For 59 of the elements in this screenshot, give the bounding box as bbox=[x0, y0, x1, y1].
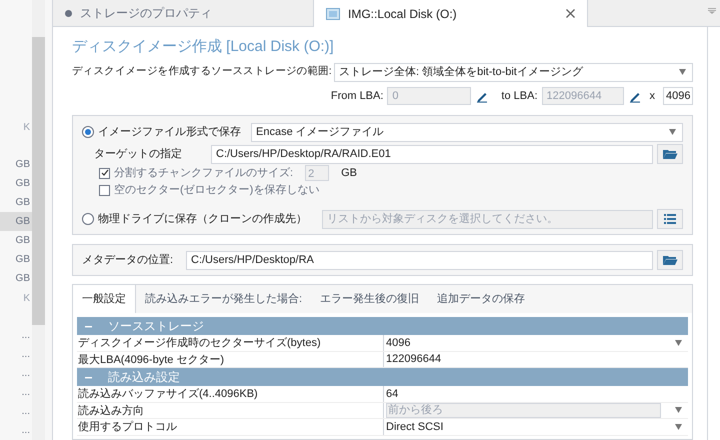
property-value: 122096644 bbox=[386, 352, 442, 367]
chunk-unit: GB bbox=[341, 166, 357, 181]
list-icon bbox=[664, 214, 676, 224]
settings-tab[interactable]: 追加データの保存 bbox=[428, 285, 534, 313]
to-lba-label: to LBA: bbox=[501, 88, 538, 104]
tab[interactable]: IMG::Local Disk (O:) bbox=[313, 0, 588, 27]
scrollbar-thumb[interactable] bbox=[32, 37, 45, 325]
property-name: ディスクイメージ作成時のセクターサイズ(bytes) bbox=[77, 335, 384, 350]
property-name: 最大LBA(4096-byte セクター) bbox=[77, 352, 384, 367]
dropdown-arrow-icon[interactable] bbox=[675, 424, 682, 430]
property-name: 読み込みバッファサイズ(4..4096KB) bbox=[77, 386, 384, 402]
sidebar-item[interactable]: GB bbox=[0, 212, 32, 232]
folder-icon bbox=[662, 254, 678, 266]
zero-sector-label: 空のセクター(ゼロセクター)を保存しない bbox=[114, 182, 320, 198]
settings-tab[interactable]: 読み込みエラーが発生した場合: bbox=[136, 285, 312, 313]
property-value[interactable]: Direct SCSI bbox=[386, 418, 669, 435]
section-header[interactable]: ソースストレージ bbox=[77, 317, 688, 335]
tab-label: ストレージのプロパティ bbox=[80, 5, 213, 22]
settings-tab[interactable]: 一般設定 bbox=[73, 285, 136, 313]
disk-icon bbox=[326, 8, 340, 20]
radio-button[interactable] bbox=[82, 126, 94, 138]
target-label: ターゲットの指定 bbox=[94, 146, 183, 162]
target-field[interactable]: C:/Users/HP/Desktop/RA/RAID.E01 bbox=[211, 144, 653, 164]
tab-label: IMG::Local Disk (O:) bbox=[348, 6, 458, 22]
clone-label: 物理ドライブに保存（クローンの作成先） bbox=[98, 212, 308, 227]
browse-button[interactable] bbox=[657, 144, 683, 164]
dropdown-arrow-icon[interactable] bbox=[675, 407, 682, 414]
chunk-size-label: 分割するチャンクファイルのサイズ: bbox=[114, 166, 294, 181]
checkbox[interactable] bbox=[99, 168, 110, 178]
page-title: ディスクイメージ作成 [Local Disk (O:)] bbox=[72, 37, 335, 56]
times-label: x bbox=[650, 88, 655, 104]
dropdown-arrow-icon[interactable] bbox=[669, 129, 676, 135]
folder-icon bbox=[662, 148, 678, 160]
settings-tab[interactable]: エラー発生後の復旧 bbox=[311, 285, 428, 313]
dropdown-arrow-icon[interactable] bbox=[675, 340, 682, 346]
tab[interactable]: ストレージのプロパティ bbox=[53, 0, 313, 26]
range-dropdown[interactable]: ストレージ全体: 領域全体をbit-to-bitイメージング bbox=[334, 62, 693, 82]
range-label: ディスクイメージを作成するソースストレージの範囲: bbox=[72, 64, 332, 80]
metadata-field[interactable]: C:/Users/HP/Desktop/RA bbox=[186, 250, 653, 270]
sector-field[interactable]: 4096 bbox=[663, 87, 693, 105]
list-button[interactable] bbox=[657, 209, 683, 229]
disk-select-field[interactable]: リストから対象ディスクを選択してください。 bbox=[322, 210, 653, 228]
section-title: 読み込み設定 bbox=[108, 369, 180, 386]
close-icon[interactable] bbox=[566, 9, 575, 18]
section-header[interactable]: 読み込み設定 bbox=[77, 368, 688, 386]
property-name: 読み込み方向 bbox=[77, 402, 384, 418]
direction-dropdown[interactable]: 前から後ろ bbox=[386, 402, 661, 418]
radio-button[interactable] bbox=[82, 213, 94, 225]
browse-button[interactable] bbox=[657, 250, 683, 270]
metadata-label: メタデータの位置: bbox=[82, 252, 174, 268]
from-lba-label: From LBA: bbox=[330, 88, 384, 104]
section-title: ソースストレージ bbox=[108, 318, 204, 335]
checkbox[interactable] bbox=[99, 184, 110, 196]
property-name: 使用するプロトコル bbox=[77, 419, 384, 434]
format-dropdown[interactable]: Encase イメージファイル bbox=[251, 122, 683, 142]
property-value[interactable]: 4096 bbox=[386, 334, 669, 351]
image-file-label: イメージファイル形式で保存 bbox=[98, 124, 242, 140]
dropdown-arrow-icon[interactable] bbox=[679, 69, 686, 75]
property-value: 64 bbox=[386, 386, 400, 402]
